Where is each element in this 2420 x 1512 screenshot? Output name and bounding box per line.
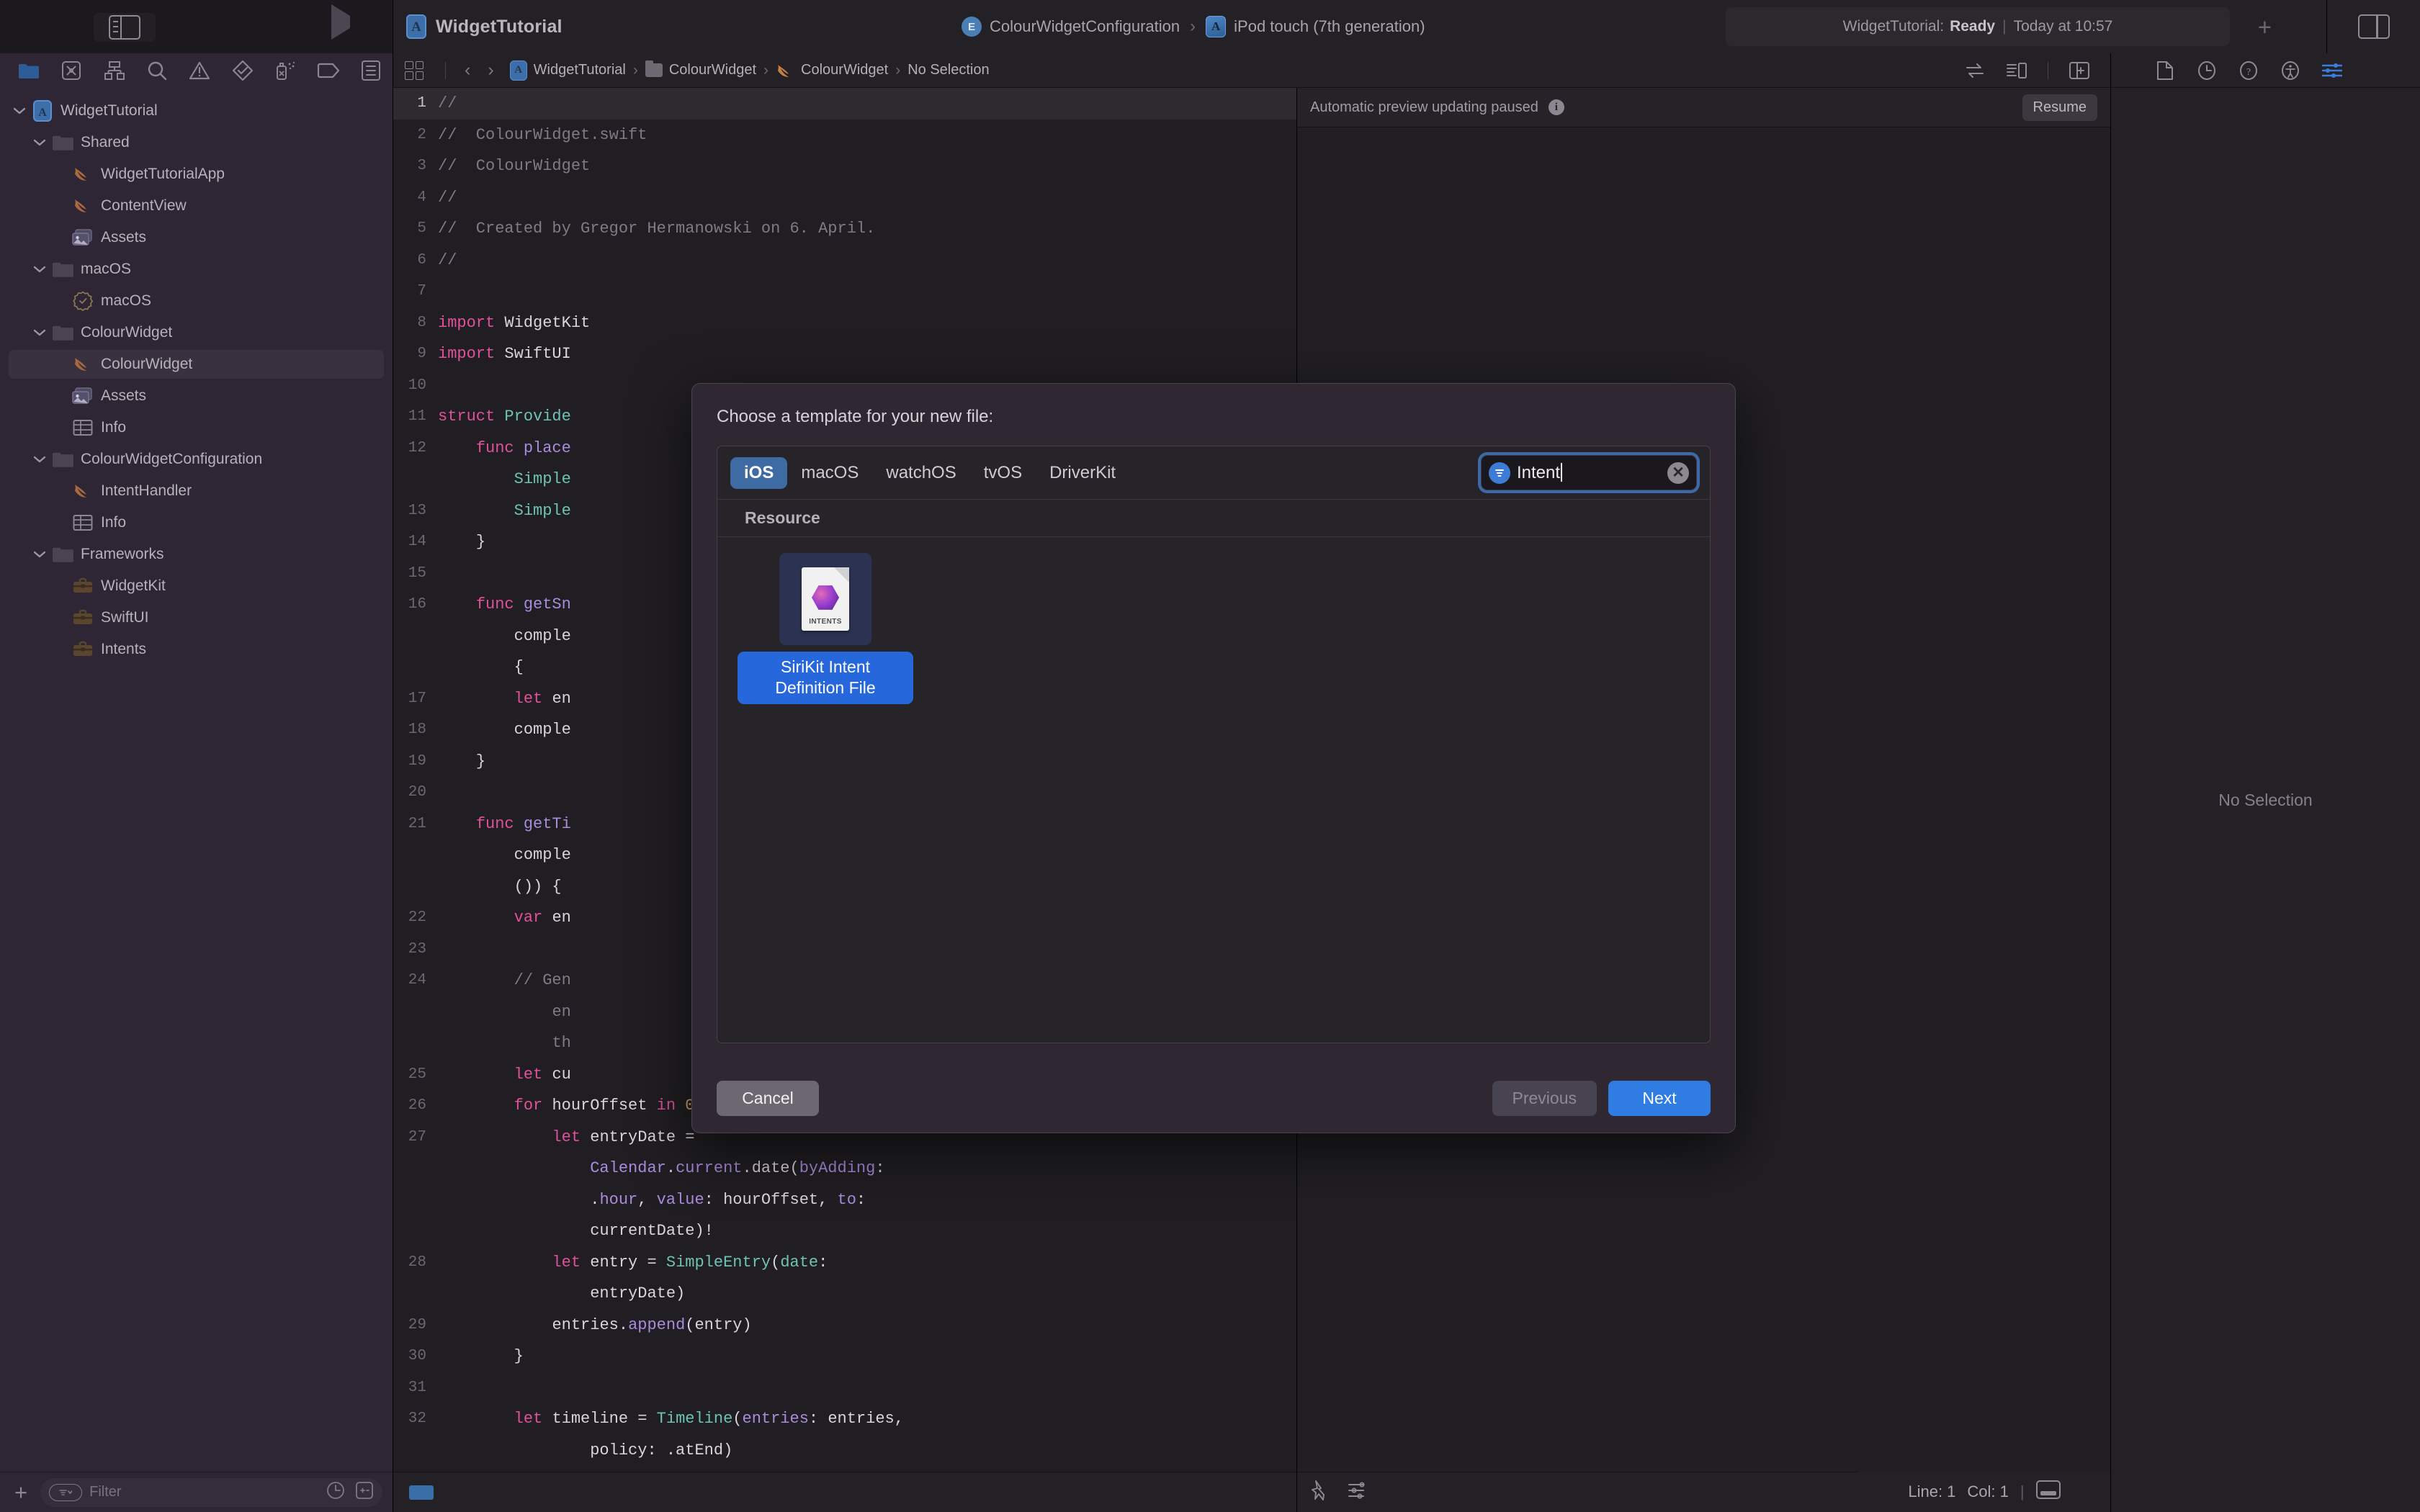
template-section-header: Resource [717, 500, 1710, 537]
dialog-title: Choose a template for your new file: [717, 407, 994, 426]
cancel-button[interactable]: Cancel [717, 1080, 819, 1116]
next-button[interactable]: Next [1608, 1080, 1711, 1116]
template-search-field[interactable]: Intent ✕ [1481, 455, 1697, 490]
platform-filter-bar: iOS macOS watchOS tvOS DriverKit Intent ✕ [717, 446, 1710, 500]
filter-badge-icon [1489, 462, 1510, 484]
modal-scrim: Choose a template for your new file: iOS… [0, 0, 2420, 1512]
template-item[interactable]: INTENTS SiriKit Intent Definition File [736, 553, 915, 704]
template-browser: iOS macOS watchOS tvOS DriverKit Intent ✕ Re… [717, 446, 1711, 1043]
template-search-value[interactable]: Intent [1517, 462, 1661, 483]
previous-button[interactable]: Previous [1492, 1080, 1597, 1116]
document-shape: INTENTS [802, 567, 849, 631]
clear-circle-icon[interactable]: ✕ [1667, 462, 1689, 484]
platform-tab-ios[interactable]: iOS [730, 456, 788, 489]
text-caret [1561, 462, 1563, 482]
template-name-label: SiriKit Intent Definition File [738, 652, 913, 704]
document-type-label: INTENTS [809, 618, 842, 626]
new-file-template-dialog: Choose a template for your new file: iOS… [691, 383, 1736, 1133]
dialog-footer: Cancel Previous Next [717, 1063, 1711, 1133]
platform-tab-macos[interactable]: macOS [787, 457, 872, 489]
intents-definition-file-icon: INTENTS [779, 553, 871, 645]
platform-tab-driverkit[interactable]: DriverKit [1036, 457, 1129, 489]
template-grid: INTENTS SiriKit Intent Definition File [717, 537, 1710, 1043]
xcode-window: A WidgetTutorial E ColourWidgetConfigura… [0, 0, 2420, 1512]
siri-orb-icon [812, 585, 839, 610]
platform-tab-tvos[interactable]: tvOS [970, 457, 1036, 489]
platform-tab-watchos[interactable]: watchOS [872, 457, 969, 489]
